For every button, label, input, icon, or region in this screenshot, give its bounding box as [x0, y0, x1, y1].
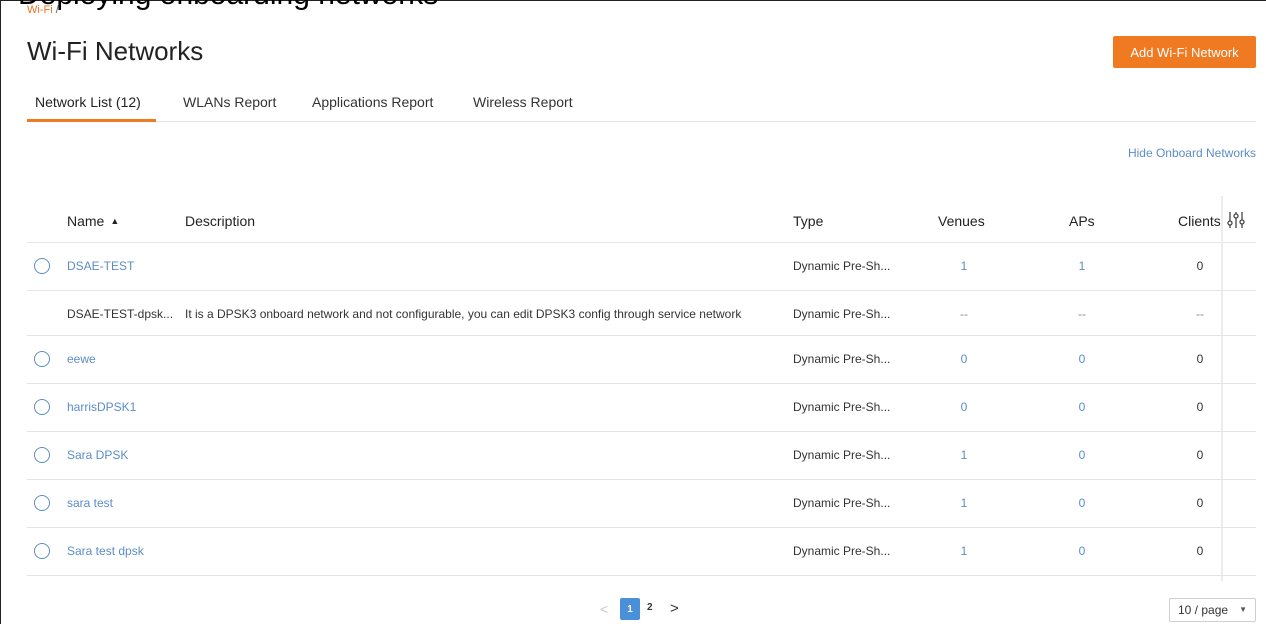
page-title: Wi-Fi Networks — [27, 36, 204, 66]
sort-ascending-icon: ▲ — [110, 216, 120, 226]
network-name-link[interactable]: sara test — [67, 496, 113, 510]
table-row[interactable]: sara test Dynamic Pre-Sh... 1 0 0 — [27, 480, 1256, 528]
column-header-aps: APs — [1069, 213, 1095, 229]
row-select-radio[interactable] — [34, 399, 50, 415]
page-1-button[interactable]: 1 — [620, 598, 640, 620]
column-header-clients: Clients — [1178, 213, 1221, 229]
tab-network-list[interactable]: Network List (12) — [35, 94, 141, 110]
column-header-type: Type — [793, 213, 824, 229]
window-frame-left — [0, 0, 1, 624]
add-wifi-network-button[interactable]: Add Wi-Fi Network — [1113, 36, 1256, 68]
page-2-button[interactable]: 2 — [647, 602, 653, 613]
venues-count-link[interactable]: 1 — [944, 496, 984, 510]
clients-count: 0 — [1196, 496, 1204, 510]
aps-count-link[interactable]: 1 — [1062, 259, 1102, 273]
breadcrumb-wifi-link[interactable]: Wi-Fi — [27, 4, 53, 16]
network-type: Dynamic Pre-Sh... — [793, 259, 891, 273]
aps-count-link[interactable]: 0 — [1062, 400, 1102, 414]
breadcrumb: Wi-Fi / — [27, 4, 59, 16]
aps-count-link[interactable]: 0 — [1062, 544, 1102, 558]
column-header-venues: Venues — [938, 213, 985, 229]
network-description: It is a DPSK3 onboard network and not co… — [185, 307, 742, 321]
tab-applications-report[interactable]: Applications Report — [312, 94, 433, 110]
pagination: < 1 2 > 10 / page ▼ — [0, 598, 1266, 624]
prev-page-button[interactable]: < — [600, 601, 608, 617]
network-name: DSAE-TEST-dpsk... — [67, 307, 174, 321]
network-name-link[interactable]: DSAE-TEST — [67, 259, 134, 273]
table-row[interactable]: Sara DPSK Dynamic Pre-Sh... 1 0 0 — [27, 432, 1256, 480]
table-row[interactable]: harrisDPSK1 Dynamic Pre-Sh... 0 0 0 — [27, 384, 1256, 432]
column-header-description: Description — [185, 213, 256, 229]
network-type: Dynamic Pre-Sh... — [793, 400, 891, 414]
network-type: Dynamic Pre-Sh... — [793, 352, 891, 366]
clients-count: 0 — [1196, 352, 1204, 366]
chevron-down-icon: ▼ — [1239, 605, 1247, 614]
clients-count: 0 — [1196, 544, 1204, 558]
clients-count: 0 — [1196, 400, 1204, 414]
network-type: Dynamic Pre-Sh... — [793, 544, 891, 558]
page-size-select[interactable]: 10 / page ▼ — [1169, 598, 1256, 622]
network-name-link[interactable]: Sara test dpsk — [67, 544, 144, 558]
aps-count: -- — [1078, 307, 1086, 321]
tab-wlans-report[interactable]: WLANs Report — [183, 94, 276, 110]
hide-onboard-networks-link[interactable]: Hide Onboard Networks — [1128, 146, 1256, 160]
row-select-radio[interactable] — [34, 258, 50, 274]
row-select-radio[interactable] — [34, 351, 50, 367]
aps-count-link[interactable]: 0 — [1062, 448, 1102, 462]
venues-count: -- — [960, 307, 968, 321]
row-select-radio[interactable] — [34, 543, 50, 559]
table-row[interactable]: Sara test dpsk Dynamic Pre-Sh... 1 0 0 — [27, 528, 1256, 576]
page-size-value: 10 / page — [1178, 603, 1229, 617]
network-type: Dynamic Pre-Sh... — [793, 448, 891, 462]
column-settings-icon[interactable] — [1226, 210, 1246, 230]
clients-count: -- — [1196, 307, 1204, 321]
aps-count-link[interactable]: 0 — [1062, 496, 1102, 510]
clients-count: 0 — [1196, 259, 1204, 273]
table-row[interactable]: eewe Dynamic Pre-Sh... 0 0 0 — [27, 336, 1256, 384]
column-header-name-label: Name — [67, 213, 105, 229]
clients-count: 0 — [1196, 448, 1204, 462]
table-header: Name ▲ Description Type Venues APs Client… — [27, 196, 1256, 243]
row-select-radio[interactable] — [34, 495, 50, 511]
venues-count-link[interactable]: 1 — [944, 448, 984, 462]
venues-count-link[interactable]: 0 — [944, 352, 984, 366]
overlay-caption: Deploying onboarding networks — [18, 0, 438, 12]
network-type: Dynamic Pre-Sh... — [793, 496, 891, 510]
column-header-name[interactable]: Name ▲ — [67, 213, 119, 229]
network-name-link[interactable]: Sara DPSK — [67, 448, 128, 462]
next-page-button[interactable]: > — [670, 600, 679, 617]
row-select-radio[interactable] — [34, 447, 50, 463]
table-row[interactable]: DSAE-TEST Dynamic Pre-Sh... 1 1 0 — [27, 243, 1256, 291]
tab-wireless-report[interactable]: Wireless Report — [473, 94, 573, 110]
network-table: Name ▲ Description Type Venues APs Client… — [27, 196, 1256, 581]
table-row: DSAE-TEST-dpsk... It is a DPSK3 onboard … — [27, 291, 1256, 336]
network-type: Dynamic Pre-Sh... — [793, 307, 891, 321]
network-name-link[interactable]: eewe — [67, 352, 96, 366]
venues-count-link[interactable]: 0 — [944, 400, 984, 414]
venues-count-link[interactable]: 1 — [944, 544, 984, 558]
network-name-link[interactable]: harrisDPSK1 — [67, 400, 136, 414]
breadcrumb-separator: / — [55, 4, 59, 16]
aps-count-link[interactable]: 0 — [1062, 352, 1102, 366]
active-tab-indicator — [27, 119, 156, 122]
venues-count-link[interactable]: 1 — [944, 259, 984, 273]
tab-bar: Network List (12) WLANs Report Applicati… — [27, 84, 1256, 122]
